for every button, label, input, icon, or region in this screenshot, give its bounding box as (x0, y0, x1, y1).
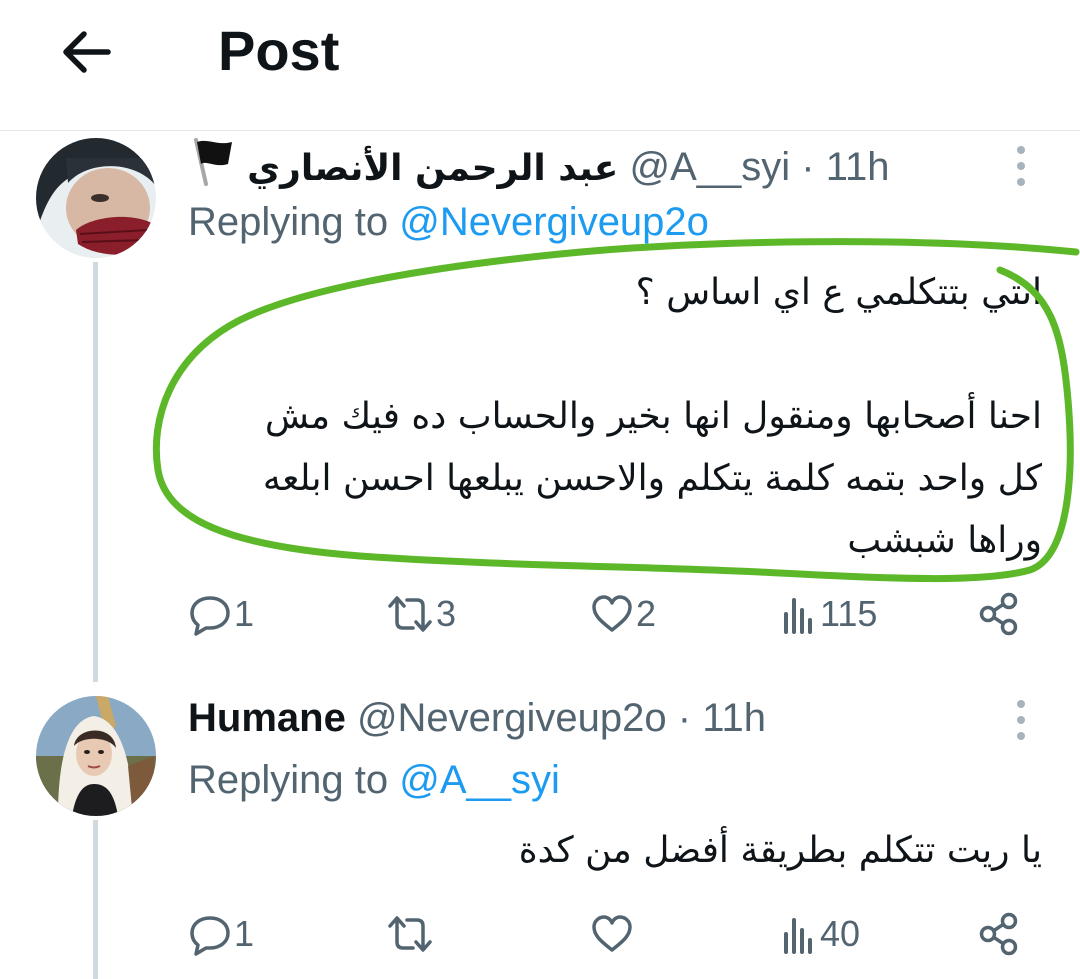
timestamp[interactable]: 11h (702, 696, 766, 740)
repost-count: 3 (436, 593, 457, 634)
separator-dot: · (677, 696, 692, 740)
avatar[interactable] (36, 138, 156, 258)
top-bar: Post (0, 0, 1080, 130)
tweet-text-line: احنا أصحابها ومنقول انها بخير والحساب ده… (264, 396, 1042, 437)
tweet-text: يا ريت تتكلم بطريقة أفضل من كدة (190, 820, 1042, 882)
tweet-text-line: انتي بتتكلمي ع اي اساس ؟ (635, 272, 1042, 313)
more-vertical-icon (1017, 146, 1025, 186)
heart-icon (592, 595, 632, 632)
repost-button[interactable] (386, 904, 436, 964)
analytics-icon (784, 598, 812, 634)
display-name[interactable]: عبد الرحمن الأنصاري (247, 148, 618, 189)
share-button[interactable] (976, 584, 1024, 644)
reply-count: 1 (234, 593, 255, 634)
repost-icon (388, 596, 432, 632)
tweet-header: Humane @Nevergiveup2o · 11h (188, 690, 766, 746)
display-name[interactable]: Humane (188, 696, 346, 740)
share-icon (979, 592, 1018, 636)
avatar[interactable] (36, 696, 156, 816)
view-count: 40 (820, 913, 861, 954)
replying-to: Replying to @Nevergiveup2o (188, 200, 709, 245)
user-handle[interactable]: @A__syi (630, 145, 791, 189)
tweet-text: انتي بتتكلمي ع اي اساس ؟ احنا أصحابها وم… (190, 262, 1042, 572)
repost-icon (388, 916, 432, 952)
tweet-actions: 1 40 (188, 904, 1038, 964)
more-options-button[interactable] (1006, 694, 1036, 750)
page-title: Post (218, 19, 340, 82)
timestamp[interactable]: 11h (826, 145, 890, 189)
replying-label: Replying to (188, 200, 389, 244)
reply-button[interactable]: 1 (188, 584, 254, 644)
views-button[interactable]: 115 (782, 584, 877, 644)
views-button[interactable]: 40 (782, 904, 860, 964)
tweet-header: عبد الرحمن الأنصاري @A__syi · 11h (188, 136, 890, 192)
analytics-icon (784, 918, 812, 954)
tweet-text-line: وراها شبشب (847, 520, 1042, 561)
repost-button[interactable]: 3 (386, 584, 456, 644)
like-button[interactable] (590, 904, 636, 964)
more-options-button[interactable] (1006, 140, 1036, 196)
tweet-text-line: كل واحد بتمه كلمة يتكلم والاحسن يبلعها ا… (262, 458, 1042, 499)
replying-label: Replying to (188, 758, 389, 802)
thread-line (93, 262, 98, 682)
black-flag-icon (194, 138, 232, 186)
reply-mention-link[interactable]: @A__syi (399, 758, 560, 802)
tweet-text-line (190, 324, 1042, 386)
replying-to: Replying to @A__syi (188, 758, 560, 803)
thread-line-lower (93, 820, 98, 979)
share-button[interactable] (976, 904, 1024, 964)
like-button[interactable]: 2 (590, 584, 656, 644)
like-count: 2 (636, 593, 657, 634)
more-vertical-icon (1017, 700, 1025, 740)
reply-button[interactable]: 1 (188, 904, 254, 964)
heart-icon (592, 915, 632, 952)
tweet-text-line: يا ريت تتكلم بطريقة أفضل من كدة (518, 830, 1042, 871)
header-divider (0, 130, 1080, 131)
view-count: 115 (820, 593, 878, 634)
reply-icon (190, 596, 230, 636)
arrow-left-icon (63, 31, 111, 73)
user-handle[interactable]: @Nevergiveup2o (357, 696, 667, 740)
separator-dot: · (801, 145, 815, 189)
tweet-actions: 1 3 2 115 (188, 584, 1038, 644)
back-button[interactable] (56, 26, 116, 78)
reply-count: 1 (234, 913, 255, 954)
reply-mention-link[interactable]: @Nevergiveup2o (399, 200, 709, 244)
reply-icon (190, 916, 230, 956)
share-icon (979, 912, 1018, 956)
